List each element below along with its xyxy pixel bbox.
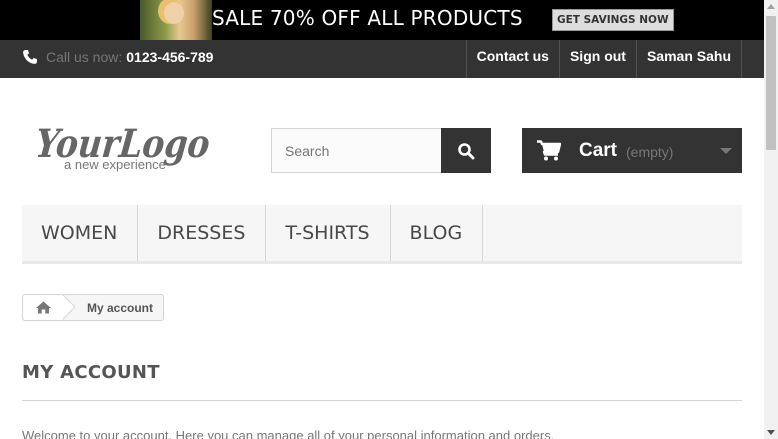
phone-icon — [23, 50, 37, 64]
phone-number: 0123-456-789 — [126, 49, 214, 65]
shopping-cart[interactable]: Cart (empty) — [522, 128, 742, 173]
search-icon — [458, 142, 475, 159]
banner-model-image — [140, 0, 212, 40]
search-form — [271, 128, 491, 173]
breadcrumb-home[interactable] — [23, 295, 63, 320]
sign-out-link[interactable]: Sign out — [558, 40, 636, 78]
call-us: Call us now: 0123-456-789 — [22, 49, 213, 65]
cart-icon — [537, 140, 561, 161]
call-us-label: Call us now: — [46, 49, 123, 65]
breadcrumb-current: My account — [87, 300, 154, 315]
page-title: MY ACCOUNT — [22, 362, 160, 383]
account-name-link[interactable]: Saman Sahu — [635, 40, 742, 78]
breadcrumb: My account — [22, 294, 165, 321]
logo-tagline: a new experience — [64, 157, 166, 172]
header-user-links: Contact us Sign out Saman Sahu — [465, 40, 742, 78]
cart-label: Cart — [579, 139, 618, 161]
banner-headline: SALE 70% OFF ALL PRODUCTS — [212, 6, 523, 30]
search-input[interactable] — [271, 128, 441, 173]
vertical-scrollbar[interactable] — [764, 0, 778, 439]
welcome-text: Welcome to your account. Here you can ma… — [22, 428, 555, 439]
top-navigation: Call us now: 0123-456-789 Contact us Sig… — [0, 40, 764, 78]
scroll-up-icon[interactable] — [767, 4, 775, 9]
get-savings-button[interactable]: GET SAVINGS NOW — [552, 9, 674, 31]
menu-item-blog[interactable]: BLOG — [391, 205, 484, 261]
scroll-down-icon[interactable] — [767, 430, 775, 435]
promo-banner[interactable]: SALE 70% OFF ALL PRODUCTS GET SAVINGS NO… — [0, 0, 764, 40]
search-button[interactable] — [441, 128, 491, 173]
main-menu: WOMEN DRESSES T-SHIRTS BLOG — [22, 205, 742, 264]
home-icon — [35, 301, 51, 314]
title-divider — [22, 400, 742, 401]
store-logo[interactable]: YourLogo a new experience — [38, 121, 218, 176]
chevron-down-icon[interactable] — [720, 148, 732, 154]
menu-item-t-shirts[interactable]: T-SHIRTS — [266, 205, 391, 261]
cart-status: (empty) — [626, 144, 674, 160]
menu-item-dresses[interactable]: DRESSES — [138, 205, 267, 261]
scrollbar-thumb[interactable] — [766, 16, 776, 150]
contact-us-link[interactable]: Contact us — [465, 40, 559, 78]
menu-item-women[interactable]: WOMEN — [22, 205, 139, 261]
